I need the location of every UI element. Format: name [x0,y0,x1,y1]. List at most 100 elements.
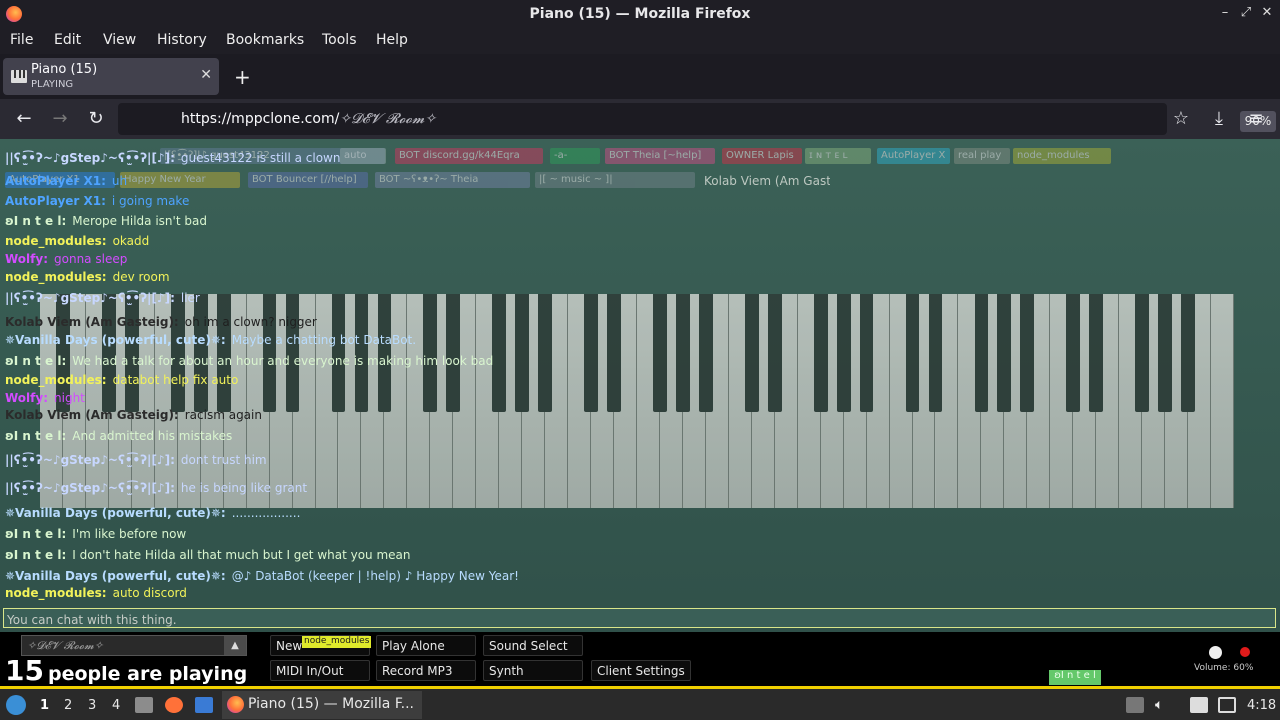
chat-text: @♪ DataBot (keeper | !help) ♪ Happy New … [231,569,519,583]
tray-app-icon[interactable] [1126,697,1144,713]
workspace-1[interactable]: 1 [40,698,49,713]
synth-button[interactable]: Synth [483,660,583,681]
menu-help[interactable]: Help [376,32,408,48]
control-panel: ✧𝓓𝓔𝓥 𝓡𝓸𝓸𝓶✧ ▲ 15 people are playing New no… [0,632,1280,686]
firefox-launcher-icon[interactable] [165,697,183,713]
chat-nick[interactable]: Kolab Viem (Am Gasteig): [5,315,179,329]
chat-input[interactable] [4,611,1275,629]
chat-nick[interactable]: node_modules: [5,234,107,248]
menu-history[interactable]: History [157,32,207,48]
menu-view[interactable]: View [103,32,136,48]
chat-message: ||ʕ•̫͡•ʔ~♪gStep♪~ʕ•̫͡•ʔ|[♪]: he is being … [5,481,307,495]
chat-nick[interactable]: node_modules: [5,586,107,600]
room-select[interactable]: ✧𝓓𝓔𝓥 𝓡𝓸𝓸𝓶✧ ▲ [21,635,247,656]
midi-in-out-button[interactable]: MIDI In/Out [270,660,370,681]
close-tab-icon[interactable]: ✕ [200,67,212,83]
tab-bar: Piano (15) PLAYING ✕ + [0,54,1280,99]
chat-nick[interactable]: ||ʕ•̫͡•ʔ~♪gStep♪~ʕ•̫͡•ʔ|[♪]: [5,151,175,165]
screen: Piano (15) — Mozilla Firefox – ⤢ ✕ File … [0,0,1280,720]
chat-message: node_modules: auto discord [5,586,187,600]
chat-text: dont trust him [180,453,267,467]
terminal-icon[interactable] [195,697,213,713]
chat-message: Wolfy: night [5,391,85,405]
display-tray-icon[interactable] [1218,697,1236,713]
chat-nick[interactable]: ✵Vanilla Days (powerful, cute)✵: [5,333,226,347]
close-window-icon[interactable]: ✕ [1258,5,1276,20]
chat-text: lier [180,291,200,305]
chat-message: ʚI n t e l: Merope Hilda isn't bad [5,214,207,228]
workspace-4[interactable]: 4 [112,698,120,713]
play-alone-button[interactable]: Play Alone [376,635,476,656]
bookmark-star-icon[interactable]: ☆ [1170,108,1192,129]
url-text[interactable]: https://mppclone.com/✧𝓓𝓔𝓥 𝓡𝓸𝓸𝓶✧ [181,111,436,127]
sound-select-button[interactable]: Sound Select [483,635,583,656]
url-bar[interactable]: https://mppclone.com/✧𝓓𝓔𝓥 𝓡𝓸𝓸𝓶✧ 90% [118,103,1276,135]
chat-text: he is being like grant [180,481,308,495]
chat-nick[interactable]: Wolfy: [5,391,48,405]
room-select-arrow-icon[interactable]: ▲ [224,636,246,655]
chat-nick[interactable]: ||ʕ•̫͡•ʔ~♪gStep♪~ʕ•̫͡•ʔ|[♪]: [5,481,175,495]
clipboard-tray-icon[interactable] [1190,697,1208,713]
chat-nick[interactable]: ||ʕ•̫͡•ʔ~♪gStep♪~ʕ•̫͡•ʔ|[♪]: [5,291,175,305]
url-host: https://mppclone.com/ [181,111,340,127]
piano-icon [11,70,27,83]
workspace-3[interactable]: 3 [88,698,96,713]
reload-icon[interactable]: ↻ [85,108,107,129]
tab-piano[interactable]: Piano (15) PLAYING ✕ [3,58,219,95]
back-icon[interactable]: ← [13,108,35,129]
minimize-icon[interactable]: – [1216,5,1234,20]
chat-nick[interactable]: node_modules: [5,373,107,387]
chat-message: ʚI n t e l: I don't hate Hilda all that m… [5,548,411,562]
workspace-2[interactable]: 2 [64,698,72,713]
menu-bar: File Edit View History Bookmarks Tools H… [0,29,1280,54]
menu-file[interactable]: File [10,32,33,48]
menu-edit[interactable]: Edit [54,32,81,48]
chat-nick[interactable]: AutoPlayer X1: [5,174,106,188]
volume-tray-icon[interactable]: 🔈︎ [1155,697,1173,713]
node-modules-cursor-label: node_modules [302,636,372,648]
chat-message: ||ʕ•̫͡•ʔ~♪gStep♪~ʕ•̫͡•ʔ|[♪]: guest43122 i… [5,151,340,165]
chat-nick[interactable]: AutoPlayer X1: [5,194,106,208]
chat-nick[interactable]: ʚI n t e l: [5,354,66,368]
chat-message: ʚI n t e l: We had a talk for about an ho… [5,354,493,368]
client-settings-button[interactable]: Client Settings [591,660,691,681]
taskbar-firefox-task[interactable]: Piano (15) — Mozilla F... [222,691,422,719]
menu-tools[interactable]: Tools [322,32,357,48]
chat-nick[interactable]: ✵Vanilla Days (powerful, cute)✵: [5,506,226,520]
forward-icon[interactable]: → [49,108,71,129]
chat-text: gonna sleep [54,252,128,266]
chat-text: I don't hate Hilda all that much but I g… [72,548,411,562]
chat-nick[interactable]: node_modules: [5,270,107,284]
chat-input-box[interactable] [3,608,1276,629]
chat-nick[interactable]: ✵Vanilla Days (powerful, cute)✵: [5,569,226,583]
menu-bookmarks[interactable]: Bookmarks [226,32,304,48]
file-manager-icon[interactable] [135,697,153,713]
chat-nick[interactable]: ||ʕ•̫͡•ʔ~♪gStep♪~ʕ•̫͡•ʔ|[♪]: [5,453,175,467]
chat-nick[interactable]: Kolab Viem (Am Gasteig): [5,408,179,422]
menu-hamburger-icon[interactable]: ≡ [1245,108,1267,129]
chat-message: node_modules: okadd [5,234,149,248]
new-tab-button[interactable]: + [234,65,251,89]
chat-text: Merope Hilda isn't bad [72,214,207,228]
chat-nick[interactable]: ʚI n t e l: [5,429,66,443]
tab-subtitle: PLAYING [31,79,74,90]
volume-label: Volume: 60% [1194,663,1254,673]
start-menu-icon[interactable] [6,695,26,715]
chat-message: ||ʕ•̫͡•ʔ~♪gStep♪~ʕ•̫͡•ʔ|[♪]: lier [5,291,200,305]
chat-text: i going make [111,194,190,208]
volume-knob[interactable] [1209,646,1222,659]
chat-text: night [54,391,85,405]
chat-text: auto discord [112,586,187,600]
chat-nick[interactable]: ʚI n t e l: [5,214,66,228]
taskbar-task-label: Piano (15) — Mozilla F... [248,696,414,712]
chat-nick[interactable]: ʚI n t e l: [5,548,66,562]
chat-nick[interactable]: Wolfy: [5,252,48,266]
downloads-icon[interactable]: ⤓ [1208,108,1230,129]
chat-message: Wolfy: gonna sleep [5,252,127,266]
record-mp3-button[interactable]: Record MP3 [376,660,476,681]
chat-message: AutoPlayer X1: uh [5,174,127,188]
maximize-icon[interactable]: ⤢ [1237,5,1255,20]
chat-message: AutoPlayer X1: i going make [5,194,189,208]
chat-nick[interactable]: ʚI n t e l: [5,527,66,541]
mpp-page: |[ʕ•̫͡•ʔ]|♪ guest43122 auto BOT discord.gg… [0,139,1280,686]
